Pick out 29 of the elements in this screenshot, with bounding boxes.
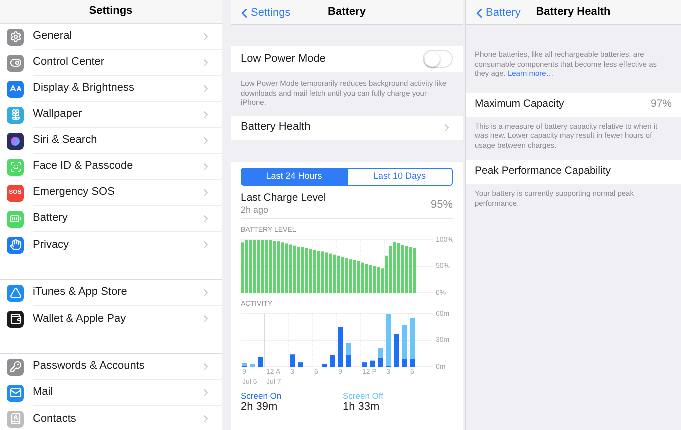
row-label: Display & Brightness: [33, 81, 136, 96]
row-label: Siri & Search: [33, 133, 98, 148]
row-label: Wallpaper: [33, 107, 84, 122]
stat-value: 95%: [430, 198, 453, 213]
screen-title: Settings: [89, 4, 133, 20]
screen-title: Battery Health: [536, 4, 611, 20]
stat-time: 2h ago: [241, 204, 270, 216]
row-label: Contacts: [33, 412, 78, 427]
row-label: Battery Health: [241, 120, 312, 136]
row-label: Mail: [33, 385, 54, 400]
row-label: Peak Performance Capability: [475, 164, 612, 180]
legend-value: 1h 33m: [343, 400, 381, 412]
row-label: iTunes & App Store: [33, 285, 128, 300]
row-label: Low Power Mode: [241, 52, 327, 67]
row-label: Passwords & Accounts: [33, 359, 146, 374]
legend-value: 2h 39m: [241, 400, 279, 412]
stat-label: Last Charge Level: [241, 192, 328, 204]
legend-label: Screen Off: [343, 390, 384, 400]
row-label: Face ID & Passcode: [33, 159, 134, 174]
row-label: Control Center: [33, 55, 106, 70]
screen-title: Battery: [328, 4, 366, 20]
row-label: General: [33, 29, 74, 44]
row-label: Emergency SOS: [33, 185, 116, 200]
row-label: Privacy: [33, 238, 70, 253]
row-value: 97%: [650, 96, 672, 112]
legend-label: Screen On: [241, 390, 283, 400]
row-label: Wallet & Apple Pay: [33, 312, 128, 327]
row-label: Battery: [33, 211, 69, 226]
row-label: Maximum Capacity: [475, 96, 566, 112]
